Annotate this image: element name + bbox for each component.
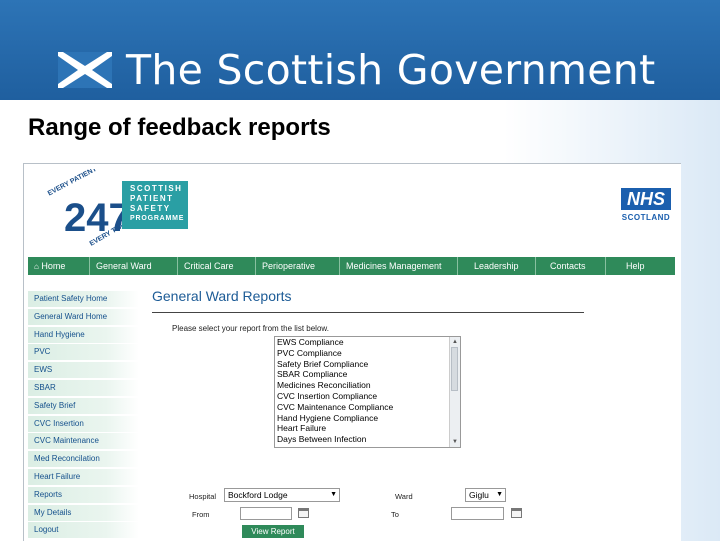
hospital-label: Hospital xyxy=(189,492,217,501)
ward-selected-value: Giglu xyxy=(469,490,489,500)
nav-home[interactable]: ⌂ Home xyxy=(28,257,90,275)
list-item[interactable]: EWS Compliance xyxy=(275,337,460,348)
nav-leadership[interactable]: Leadership xyxy=(458,257,536,275)
nhs-logo: NHS xyxy=(621,188,671,210)
chevron-down-icon: ▼ xyxy=(330,491,337,498)
slide-title: Range of feedback reports xyxy=(28,114,331,141)
title-divider xyxy=(152,312,584,313)
sidebar-item-safety-brief[interactable]: Safety Brief xyxy=(28,397,139,414)
list-item[interactable]: Safety Brief Compliance xyxy=(275,359,460,370)
side-menu: Patient Safety Home General Ward Home Ha… xyxy=(28,291,139,540)
nav-perioperative[interactable]: Perioperative xyxy=(256,257,340,275)
calendar-icon[interactable] xyxy=(298,508,309,518)
sidebar-item-logout[interactable]: Logout xyxy=(28,522,139,539)
hospital-select[interactable]: Bockford Lodge ▼ xyxy=(224,488,340,502)
calendar-icon[interactable] xyxy=(511,508,522,518)
government-title: The Scottish Government xyxy=(126,46,656,94)
to-label: To xyxy=(391,510,399,519)
nav-general-ward[interactable]: General Ward xyxy=(90,257,178,275)
scroll-down-arrow-icon[interactable]: ▼ xyxy=(450,437,460,447)
list-item[interactable]: Medicines Reconciliation xyxy=(275,380,460,391)
nav-medicines-management[interactable]: Medicines Management xyxy=(340,257,458,275)
nav-help[interactable]: Help xyxy=(606,257,675,275)
list-item[interactable]: CVC Insertion Compliance xyxy=(275,391,460,402)
sidebar-item-hand-hygiene[interactable]: Hand Hygiene xyxy=(28,326,139,343)
nav-contacts[interactable]: Contacts xyxy=(536,257,606,275)
saltire-flag-icon xyxy=(58,52,112,88)
app-screenshot: EVERY PATIENT 247 EVERY TIME SCOTTISH PA… xyxy=(23,163,681,541)
programme-line-3: SAFETY xyxy=(130,204,171,213)
main-nav: ⌂ Home General Ward Critical Care Periop… xyxy=(28,257,675,275)
to-date-input[interactable] xyxy=(451,507,504,520)
logo-number: 247 xyxy=(64,196,131,240)
from-label: From xyxy=(192,510,210,519)
scroll-thumb[interactable] xyxy=(451,347,458,391)
sidebar-item-med-reconcilation[interactable]: Med Reconcilation xyxy=(28,451,139,468)
sidebar-item-cvc-insertion[interactable]: CVC Insertion xyxy=(28,415,139,432)
listbox-scrollbar[interactable]: ▲ ▼ xyxy=(449,337,460,447)
home-icon: ⌂ xyxy=(34,262,39,271)
programme-line-1: SCOTTISH xyxy=(130,184,183,193)
sidebar-item-ews[interactable]: EWS xyxy=(28,362,139,379)
programme-line-2: PATIENT xyxy=(130,194,174,203)
from-date-input[interactable] xyxy=(240,507,292,520)
programme-line-4: PROGRAMME xyxy=(130,215,185,222)
list-item[interactable]: Hand Hygiene Compliance xyxy=(275,413,460,424)
ward-label: Ward xyxy=(395,492,413,501)
sidebar-item-my-details[interactable]: My Details xyxy=(28,504,139,521)
sidebar-item-patient-safety-home[interactable]: Patient Safety Home xyxy=(28,291,139,307)
government-banner: The Scottish Government xyxy=(0,0,720,100)
programme-logo-box: SCOTTISH PATIENT SAFETY PROGRAMME xyxy=(122,181,188,229)
nav-home-label: Home xyxy=(41,261,66,271)
report-listbox[interactable]: EWS Compliance PVC Compliance Safety Bri… xyxy=(274,336,461,448)
nhs-scotland-label: SCOTLAND xyxy=(621,213,671,222)
list-item[interactable]: Heart Failure xyxy=(275,423,460,434)
list-item[interactable]: CVC Maintenance Compliance xyxy=(275,402,460,413)
sidebar-item-reports[interactable]: Reports xyxy=(28,486,139,503)
page-title: General Ward Reports xyxy=(152,288,292,304)
sidebar-item-pvc[interactable]: PVC xyxy=(28,344,139,361)
chevron-down-icon: ▼ xyxy=(496,491,503,498)
ward-select[interactable]: Giglu ▼ xyxy=(465,488,506,502)
report-prompt: Please select your report from the list … xyxy=(172,324,329,333)
sidebar-item-sbar[interactable]: SBAR xyxy=(28,379,139,396)
list-item[interactable]: Days Between Infection xyxy=(275,434,460,445)
logo-every-patient: EVERY PATIENT xyxy=(47,169,99,197)
sidebar-item-cvc-maintenance[interactable]: CVC Maintenance xyxy=(28,433,139,450)
sidebar-item-heart-failure[interactable]: Heart Failure xyxy=(28,468,139,485)
hospital-selected-value: Bockford Lodge xyxy=(228,490,288,500)
nav-critical-care[interactable]: Critical Care xyxy=(178,257,256,275)
scroll-up-arrow-icon[interactable]: ▲ xyxy=(450,337,460,347)
list-item[interactable]: SBAR Compliance xyxy=(275,369,460,380)
sidebar-item-general-ward-home[interactable]: General Ward Home xyxy=(28,308,139,325)
view-report-button[interactable]: View Report xyxy=(242,525,304,538)
list-item[interactable]: PVC Compliance xyxy=(275,348,460,359)
